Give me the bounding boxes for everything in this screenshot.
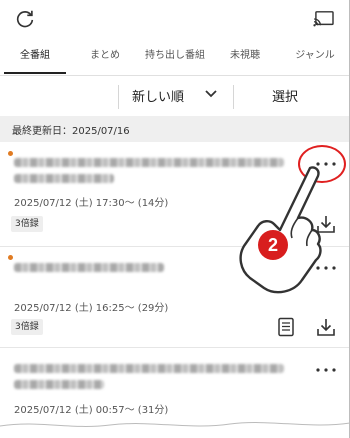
step-number-badge: 2 — [258, 230, 288, 260]
refresh-icon[interactable] — [14, 8, 36, 30]
section-header: 最終更新日：2025/07/16 — [0, 116, 350, 142]
sort-divider — [233, 85, 234, 109]
item-datetime: 2025/07/12 (土) 16:25～ (29分) — [14, 303, 169, 314]
cast-icon[interactable] — [313, 10, 335, 28]
select-button[interactable]: 選択 — [272, 86, 298, 105]
tab-unwatched[interactable]: 未視聴 — [210, 40, 280, 76]
blurred-title — [14, 364, 284, 373]
item-datetime: 2025/07/12 (土) 00:57～ (31分) — [14, 405, 169, 416]
blurred-title — [14, 174, 114, 183]
top-bar — [0, 0, 350, 40]
last-updated-label: 最終更新日：2025/07/16 — [12, 126, 130, 137]
sort-divider — [118, 85, 119, 109]
new-indicator — [8, 151, 13, 156]
sort-bar: 新しい順 選択 — [0, 76, 350, 116]
blurred-title — [14, 263, 164, 272]
tab-summary[interactable]: まとめ — [70, 40, 140, 76]
tab-takeout[interactable]: 持ち出し番組 — [140, 40, 210, 76]
new-indicator — [8, 255, 13, 260]
quality-badge: 3倍録 — [11, 319, 43, 335]
recorded-list-screen: 全番組 まとめ 持ち出し番組 未視聴 ジャンル 新しい順 選択 最終更新日：20… — [0, 0, 350, 438]
document-icon[interactable] — [277, 317, 295, 337]
item-datetime: 2025/07/12 (土) 17:30～ (14分) — [14, 198, 169, 209]
chevron-down-icon[interactable] — [205, 90, 217, 98]
sort-dropdown-label[interactable]: 新しい順 — [132, 86, 184, 105]
blurred-title — [14, 380, 104, 389]
category-tabs: 全番組 まとめ 持ち出し番組 未視聴 ジャンル — [0, 40, 350, 76]
tab-genre[interactable]: ジャンル — [280, 40, 350, 76]
download-icon[interactable] — [316, 317, 336, 337]
more-icon[interactable] — [315, 366, 337, 374]
tab-all-programs[interactable]: 全番組 — [0, 40, 70, 76]
quality-badge: 3倍録 — [11, 216, 43, 232]
torn-edge — [0, 422, 350, 438]
